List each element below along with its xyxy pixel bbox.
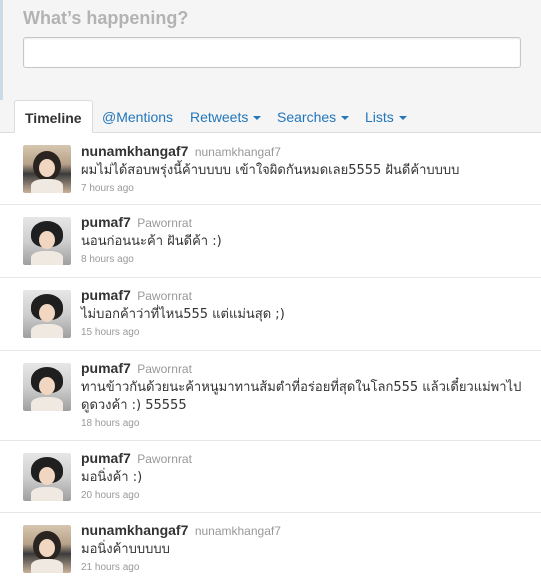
tab-lists[interactable]: Lists [365, 100, 407, 131]
tweet-username[interactable]: pumaf7 [81, 360, 131, 376]
avatar[interactable] [23, 363, 71, 411]
tweet-item[interactable]: pumaf7 Pawornrat นอนก่อนนะค้า ฝันดีค้า :… [0, 205, 541, 278]
tab-searches[interactable]: Searches [277, 100, 350, 131]
tweet-fullname: Pawornrat [137, 216, 192, 230]
tweet-username[interactable]: nunamkhangaf7 [81, 522, 188, 538]
tweet-timestamp[interactable]: 21 hours ago [81, 562, 531, 573]
tweet-text: ทานข้าวกันด้วยนะค้าหนูมาทานส้มตำที่อร่อย… [81, 380, 522, 413]
tweet-timestamp[interactable]: 7 hours ago [81, 183, 531, 194]
tweet-item[interactable]: nunamkhangaf7 nunamkhangaf7 ผมไม่ได้สอบพ… [0, 133, 541, 205]
compose-input[interactable] [23, 37, 521, 68]
chevron-down-icon [341, 116, 350, 121]
avatar[interactable] [23, 525, 71, 573]
tweet-username[interactable]: pumaf7 [81, 450, 131, 466]
tweet-timestamp[interactable]: 18 hours ago [81, 418, 531, 429]
tweet-text: ไม่บอกค้าว่าที่ไหน555 แต่แม่นสุด ;) [81, 307, 285, 322]
tweet-fullname: Pawornrat [137, 289, 192, 303]
tweet-fullname: nunamkhangaf7 [194, 524, 281, 538]
tab-bar: Timeline @Mentions Retweets Searches Lis… [0, 100, 541, 133]
tweet-username[interactable]: pumaf7 [81, 214, 131, 230]
avatar[interactable] [23, 145, 71, 193]
tweet-fullname: nunamkhangaf7 [194, 145, 281, 159]
tab-mentions[interactable]: @Mentions [102, 100, 173, 131]
tweet-text: มอนิ่งค้าบบบบบ [81, 542, 170, 557]
tweet-item[interactable]: nunamkhangaf7 nunamkhangaf7 มอนิ่งค้าบบบ… [0, 513, 541, 586]
chevron-down-icon [398, 116, 407, 121]
tab-timeline[interactable]: Timeline [14, 100, 93, 133]
chevron-down-icon [253, 116, 262, 121]
tab-retweets[interactable]: Retweets [190, 100, 262, 131]
tweet-username[interactable]: nunamkhangaf7 [81, 143, 188, 159]
tweet-timestamp[interactable]: 20 hours ago [81, 490, 531, 501]
tweet-text: นอนก่อนนะค้า ฝันดีค้า :) [81, 234, 222, 249]
tweet-item[interactable]: pumaf7 Pawornrat ไม่บอกค้าว่าที่ไหน555 แ… [0, 278, 541, 351]
avatar[interactable] [23, 290, 71, 338]
avatar[interactable] [23, 453, 71, 501]
tweet-item[interactable]: pumaf7 Pawornrat ทานข้าวกันด้วยนะค้าหนูม… [0, 351, 541, 441]
tweet-timestamp[interactable]: 15 hours ago [81, 327, 531, 338]
tweet-text: มอนิ่งค้า :) [81, 470, 143, 485]
compose-area: What’s happening? [0, 0, 541, 100]
tweet-text: ผมไม่ได้สอบพรุ่งนี้ค้าบบบบ เข้าใจผิดกันห… [81, 163, 460, 178]
tab-searches-label: Searches [277, 109, 337, 125]
left-accent-bar [0, 0, 3, 100]
tweet-username[interactable]: pumaf7 [81, 287, 131, 303]
tweet-item[interactable]: pumaf7 Pawornrat มอนิ่งค้า :) 20 hours a… [0, 441, 541, 513]
tweet-timestamp[interactable]: 8 hours ago [81, 254, 531, 265]
compose-title: What’s happening? [23, 8, 189, 28]
tab-lists-label: Lists [365, 109, 394, 125]
tab-mentions-label: @Mentions [102, 109, 174, 125]
tweet-fullname: Pawornrat [137, 452, 192, 466]
tab-retweets-label: Retweets [190, 109, 249, 125]
tweet-fullname: Pawornrat [137, 362, 192, 376]
tab-timeline-label: Timeline [25, 110, 82, 126]
avatar[interactable] [23, 217, 71, 265]
